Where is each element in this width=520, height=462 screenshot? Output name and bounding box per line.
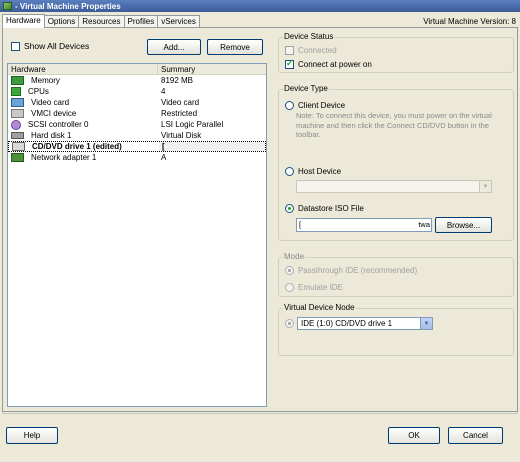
tab-strip: Hardware Options Resources Profiles vSer… [2,14,200,28]
virtual-device-node-title: Virtual Device Node [283,303,356,312]
hardware-row-scsi-controller[interactable]: SCSI controller 0 LSI Logic Parallel [8,119,266,130]
client-device-note: Note: To connect this device, you must p… [296,111,492,139]
iso-path-tail: twa [418,220,430,229]
add-button[interactable]: Add... [147,39,201,55]
hardware-summary: 4 [161,87,166,96]
vm-version-label: Virtual Machine Version: 8 [423,17,516,26]
client-device-radio[interactable] [285,101,294,110]
hardware-summary: A [161,153,167,162]
hardware-name: Network adapter 1 [31,153,97,162]
iso-path-field[interactable]: [ twa [296,218,432,232]
host-device-option[interactable]: Host Device [285,167,341,176]
hardware-name: CD/DVD drive 1 (edited) [32,142,122,151]
show-all-devices-checkbox[interactable] [11,41,20,51]
datastore-iso-option[interactable]: Datastore ISO File [285,204,364,213]
emulate-ide-option[interactable]: Emulate IDE [285,283,343,292]
host-device-label: Host Device [298,167,342,176]
hardware-row-cpus[interactable]: CPUs 4 [8,86,266,97]
device-status-group: Device Status Connected Connect at power… [278,32,514,73]
hardware-summary: [ [159,142,265,151]
browse-button[interactable]: Browse... [435,217,492,233]
device-type-title: Device Type [283,84,329,93]
hardware-row-memory[interactable]: Memory 8192 MB [8,75,266,86]
network-adapter-icon [11,153,24,162]
datastore-iso-radio[interactable] [285,204,294,213]
chevron-down-icon[interactable]: ▼ [479,181,491,192]
hardware-summary: LSI Logic Parallel [161,120,224,129]
remove-button[interactable]: Remove [207,39,263,55]
hard-disk-icon [11,132,24,139]
device-type-group: Device Type Client Device Note: To conne… [278,84,514,241]
title-bar: - Virtual Machine Properties [0,0,520,12]
connected-checkbox[interactable] [285,46,294,55]
connected-option[interactable]: Connected [285,46,337,55]
ok-button[interactable]: OK [388,427,440,444]
virtual-device-node-radio [285,319,294,328]
host-device-radio[interactable] [285,167,294,176]
hardware-name: Video card [31,98,70,107]
help-button[interactable]: Help [6,427,58,444]
passthrough-ide-label: Passthrough IDE (recommended) [298,266,418,275]
emulate-ide-label: Emulate IDE [298,283,343,292]
footer-divider [2,413,518,414]
hardware-name: Hard disk 1 [31,131,72,140]
cd-dvd-drive-icon [12,142,25,151]
hardware-row-network-adapter[interactable]: Network adapter 1 A [8,152,266,163]
hardware-summary: 8192 MB [161,76,194,85]
vmci-device-icon [11,109,24,118]
column-header-summary[interactable]: Summary [158,64,266,74]
hardware-name: SCSI controller 0 [28,120,89,129]
virtual-device-node-group: Virtual Device Node IDE (1:0) CD/DVD dri… [278,303,514,356]
connect-at-power-on-label: Connect at power on [298,60,372,69]
passthrough-ide-option[interactable]: Passthrough IDE (recommended) [285,266,417,275]
hardware-list-header: Hardware Summary [8,64,266,75]
hardware-row-video-card[interactable]: Video card Video card [8,97,266,108]
datastore-iso-label: Datastore ISO File [298,204,364,213]
client-device-option[interactable]: Client Device [285,101,345,110]
client-device-label: Client Device [298,101,346,110]
virtual-device-node-value: IDE (1:0) CD/DVD drive 1 [301,319,393,328]
hardware-list: Hardware Summary Memory 8192 MB CPUs 4 V… [7,63,267,407]
hardware-row-vmci-device[interactable]: VMCI device Restricted [8,108,266,119]
hardware-tab-panel: Show All Devices Add... Remove Hardware … [2,27,518,412]
hardware-summary: Video card [161,98,200,107]
hardware-summary: Restricted [161,109,198,118]
passthrough-ide-radio[interactable] [285,266,294,275]
cpu-icon [11,87,21,96]
device-status-title: Device Status [283,32,335,41]
hardware-row-hard-disk[interactable]: Hard disk 1 Virtual Disk [8,130,266,141]
cancel-button[interactable]: Cancel [448,427,503,444]
memory-icon [11,76,24,85]
vm-icon [3,2,12,10]
virtual-device-node-select[interactable]: IDE (1:0) CD/DVD drive 1 ▼ [297,317,433,330]
hardware-row-cd-dvd-drive[interactable]: CD/DVD drive 1 (edited) [ [8,141,266,152]
hardware-name: Memory [31,76,60,85]
connected-label: Connected [298,46,337,55]
mode-title: Mode [283,252,306,261]
column-header-hardware[interactable]: Hardware [8,64,158,74]
window-title: - Virtual Machine Properties [15,1,121,11]
mode-group: Mode Passthrough IDE (recommended) Emula… [278,252,514,297]
connect-at-power-on-option[interactable]: Connect at power on [285,58,372,69]
hardware-summary: Virtual Disk [161,131,202,140]
show-all-devices-option[interactable]: Show All Devices [11,41,89,51]
chevron-down-icon[interactable]: ▼ [420,318,432,329]
video-card-icon [11,98,24,107]
hardware-name: CPUs [28,87,49,96]
show-all-devices-label: Show All Devices [24,41,90,51]
tab-hardware[interactable]: Hardware [2,14,45,28]
iso-path-value: [ [299,220,302,229]
emulate-ide-radio[interactable] [285,283,294,292]
scsi-controller-icon [11,119,21,130]
hardware-name: VMCI device [31,109,77,118]
host-device-select[interactable]: ▼ [296,180,492,193]
connect-at-power-on-checkbox[interactable] [285,58,294,69]
